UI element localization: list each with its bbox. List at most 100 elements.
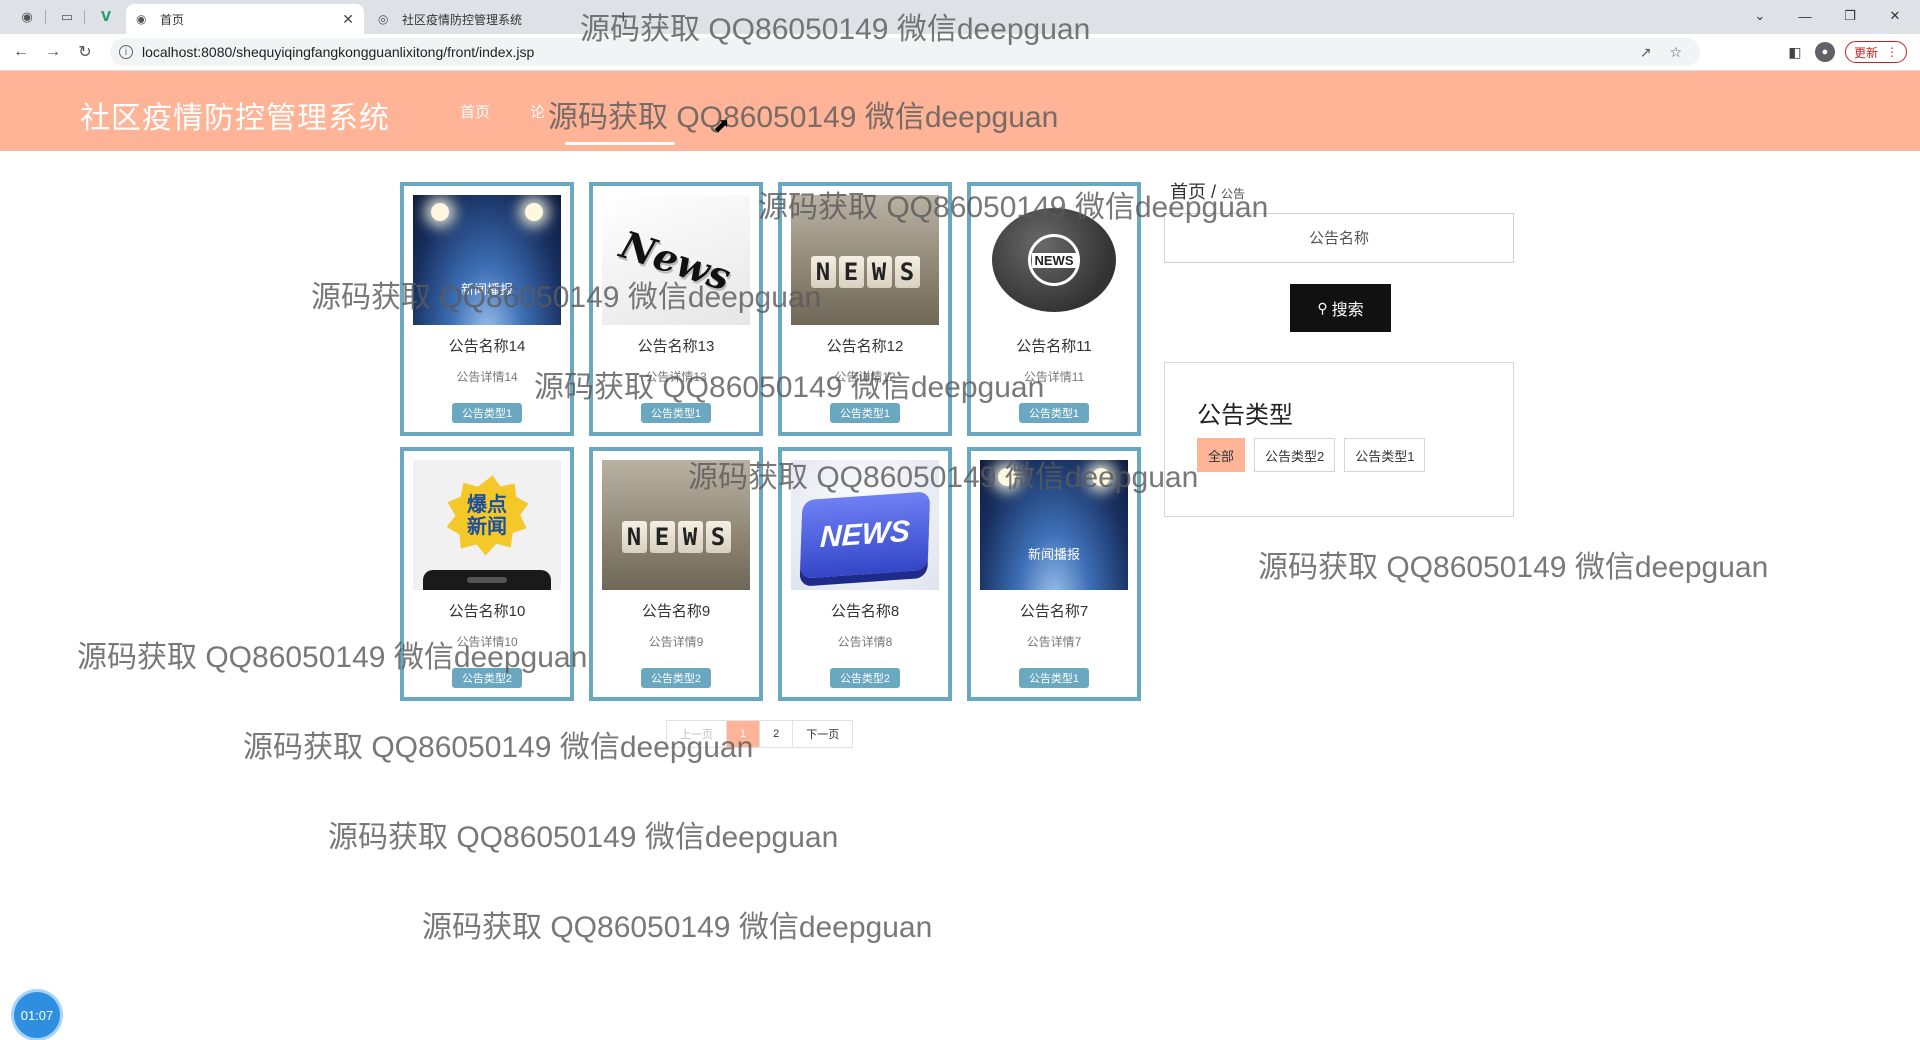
page-button-1[interactable]: 1 xyxy=(727,721,761,747)
notice-type-panel: 公告类型 全部 公告类型2 公告类型1 xyxy=(1164,362,1514,517)
card-title: 公告名称14 xyxy=(448,338,526,355)
menu-icon: ⋮ xyxy=(1886,45,1898,59)
globe-icon: NEWS xyxy=(992,208,1116,312)
tab-divider xyxy=(45,10,46,24)
card-desc: 公告详情13 xyxy=(645,370,707,384)
page-button-2[interactable]: 2 xyxy=(760,721,794,747)
card-type-badge: 公告类型1 xyxy=(451,403,523,423)
globe-news-image: NEWS xyxy=(980,195,1128,325)
card-type-badge: 公告类型1 xyxy=(829,403,901,423)
keyboard-key-image: NEWS xyxy=(791,460,939,590)
breadcrumb-home[interactable]: 首页 xyxy=(1170,182,1206,202)
notice-card[interactable]: 爆点 新闻 公告名称10 公告详情10 公告类型2 xyxy=(400,447,574,701)
image-caption: NEWS xyxy=(819,514,911,555)
image-caption: 新闻播报 xyxy=(460,281,513,297)
tab-system[interactable]: ◎ 社区疫情防控管理系统 xyxy=(368,4,608,34)
burst-badge: 爆点 新闻 xyxy=(441,470,534,563)
nav-item-home[interactable]: 首页 xyxy=(440,71,510,151)
pinned-tab-blank[interactable]: ▭ xyxy=(54,6,80,28)
type-chip-2[interactable]: 公告类型2 xyxy=(1254,438,1336,472)
image-caption: 新闻播报 xyxy=(1027,546,1080,562)
globe-ring: NEWS xyxy=(1028,234,1080,286)
chevron-down-icon[interactable]: ⌄ xyxy=(1740,4,1780,28)
nav-item-notice[interactable] xyxy=(565,71,676,151)
tab-divider xyxy=(84,10,85,24)
notice-card[interactable]: N E W S 公告名称9 公告详情9 公告类型2 xyxy=(589,447,763,701)
back-icon[interactable]: ← xyxy=(10,41,32,63)
update-button[interactable]: 更新 ⋮ xyxy=(1845,41,1907,63)
search-input[interactable] xyxy=(1164,213,1514,263)
type-filter-list: 全部 公告类型2 公告类型1 xyxy=(1197,438,1426,472)
new-tab-icon[interactable]: + xyxy=(618,7,629,28)
type-chip-all[interactable]: 全部 xyxy=(1197,438,1246,472)
notice-card[interactable]: 新闻播报 公告名称7 公告详情7 公告类型1 xyxy=(967,447,1141,701)
window-close-icon[interactable]: ✕ xyxy=(1875,4,1915,28)
card-title: 公告名称11 xyxy=(1016,338,1092,355)
stage-image: 新闻播报 xyxy=(413,195,561,325)
notice-card[interactable]: 新闻播报 公告名称14 公告详情14 公告类型1 xyxy=(400,182,574,436)
pinned-tab-github[interactable]: ◉ xyxy=(14,6,40,28)
globe-icon: ◉ xyxy=(136,12,147,26)
letter-block: N xyxy=(810,256,836,288)
type-chip-1[interactable]: 公告类型1 xyxy=(1344,438,1426,472)
restore-icon[interactable]: ❐ xyxy=(1830,4,1870,28)
watermark: 源码获取 QQ86050149 微信deepguan xyxy=(328,821,839,854)
card-type-badge: 公告类型1 xyxy=(1018,668,1090,688)
type-heading: 公告类型 xyxy=(1197,402,1293,429)
page-icon: ▭ xyxy=(60,9,74,24)
next-page-button[interactable]: 下一页 xyxy=(793,721,853,747)
pinned-tab-vue[interactable]: V xyxy=(93,6,119,28)
card-title: 公告名称9 xyxy=(641,603,711,620)
watermark: 源码获取 QQ86050149 微信deepguan xyxy=(1258,551,1769,584)
letter-block: W xyxy=(866,256,892,288)
phone-shape xyxy=(423,570,551,590)
update-label: 更新 xyxy=(1853,45,1878,60)
notice-card[interactable]: NEWS 公告名称8 公告详情8 公告类型2 xyxy=(778,447,952,701)
stage-image: 新闻播报 xyxy=(980,460,1128,590)
card-desc: 公告详情12 xyxy=(834,370,896,384)
tab-title: 首页 xyxy=(160,12,185,27)
reload-icon[interactable]: ↻ xyxy=(74,41,96,63)
info-icon[interactable]: i xyxy=(119,45,133,59)
share-icon[interactable]: ↗ xyxy=(1640,44,1652,61)
github-icon: ◉ xyxy=(21,9,33,24)
site-icon: ◎ xyxy=(378,12,389,26)
site-nav: 首页 论 xyxy=(440,71,676,151)
letter-block: S xyxy=(705,521,731,553)
letter-blocks-image: N E W S xyxy=(602,460,750,590)
image-caption: News xyxy=(615,221,737,299)
forward-icon[interactable]: → xyxy=(42,41,64,63)
letter-block: E xyxy=(838,256,864,288)
card-type-badge: 公告类型2 xyxy=(640,668,712,688)
site-header: 社区疫情防控管理系统 首页 论 xyxy=(0,71,1920,151)
notice-card[interactable]: N E W S 公告名称12 公告详情12 公告类型1 xyxy=(778,182,952,436)
card-title: 公告名称10 xyxy=(448,603,526,620)
prev-page-button[interactable]: 上一页 xyxy=(667,721,727,747)
close-icon[interactable]: ✕ xyxy=(342,11,354,28)
notice-card[interactable]: NEWS 公告名称11 公告详情11 公告类型1 xyxy=(967,182,1141,436)
phone-news-image: 爆点 新闻 xyxy=(413,460,561,590)
search-button[interactable]: ⚲ 搜索 xyxy=(1290,284,1391,332)
address-bar[interactable]: i localhost:8080/shequyiqingfangkongguan… xyxy=(110,38,1700,66)
search-icon: ⚲ xyxy=(1317,299,1328,316)
search-button-label: 搜索 xyxy=(1331,302,1364,319)
card-desc: 公告详情8 xyxy=(837,635,893,649)
notice-card[interactable]: News 公告名称13 公告详情13 公告类型1 xyxy=(589,182,763,436)
browser-toolbar: ← → ↻ i localhost:8080/shequyiqingfangko… xyxy=(0,34,1920,71)
card-type-badge: 公告类型1 xyxy=(1018,403,1090,423)
breadcrumb-current: 公告 xyxy=(1221,187,1246,201)
nav-item-forum[interactable]: 论 xyxy=(510,71,565,151)
newspaper-image: News xyxy=(602,195,750,325)
profile-icon[interactable]: ● xyxy=(1815,42,1835,62)
letter-block: N xyxy=(621,521,647,553)
sidebar-icon[interactable]: ◧ xyxy=(1784,42,1806,62)
letter-blocks-image: N E W S xyxy=(791,195,939,325)
star-icon[interactable]: ☆ xyxy=(1669,44,1682,61)
card-title: 公告名称7 xyxy=(1019,603,1089,620)
tab-home[interactable]: ◉ 首页 ✕ xyxy=(126,4,364,34)
news-key: NEWS xyxy=(799,491,931,579)
card-type-badge: 公告类型2 xyxy=(829,668,901,688)
minimize-icon[interactable]: — xyxy=(1785,4,1825,28)
card-title: 公告名称12 xyxy=(826,338,904,355)
site-title: 社区疫情防控管理系统 xyxy=(80,102,390,135)
